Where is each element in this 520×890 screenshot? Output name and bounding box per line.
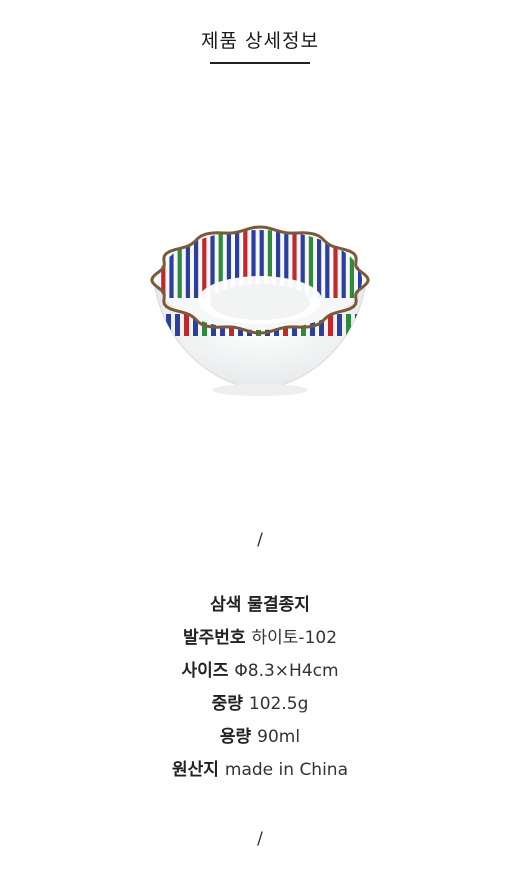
spec-label: 사이즈 [181, 661, 229, 681]
inner-stripe [177, 230, 182, 298]
spec-value: made in China [224, 760, 348, 780]
inner-stripe [185, 230, 190, 298]
section-divider: / [257, 530, 263, 550]
product-name-row: 삼색 물결종지 [0, 592, 520, 625]
outer-stripe [166, 314, 171, 336]
outer-stripe [184, 314, 189, 336]
outer-stripe [346, 314, 351, 336]
product-name: 삼색 물결종지 [210, 595, 310, 615]
outer-stripe [157, 314, 162, 336]
spec-list: 삼색 물결종지 발주번호 하이토-102 사이즈 Φ8.3×H4cm 중량 102.5… [0, 592, 520, 790]
outer-stripe [175, 314, 180, 336]
spec-row-order-number: 발주번호 하이토-102 [0, 625, 520, 658]
spec-row-size: 사이즈 Φ8.3×H4cm [0, 658, 520, 691]
spec-value: 하이토-102 [251, 628, 338, 648]
spec-row-capacity: 용량 90ml [0, 724, 520, 757]
inner-stripe [333, 230, 338, 298]
spec-label: 중량 [211, 694, 243, 714]
inner-stripe [325, 230, 330, 298]
spec-value: 90ml [257, 727, 301, 747]
page-title: 제품 상세정보 [201, 30, 319, 52]
inner-stripe [202, 230, 207, 298]
spec-label: 용량 [219, 727, 252, 747]
spec-label: 발주번호 [182, 628, 246, 648]
spec-value: 102.5g [248, 694, 309, 714]
section-divider: / [257, 829, 263, 849]
title-underline [210, 62, 310, 64]
outer-stripe [355, 314, 360, 336]
bowl-illustration [150, 225, 370, 396]
spec-row-weight: 중량 102.5g [0, 691, 520, 724]
spec-label: 원산지 [171, 760, 219, 780]
inner-stripe [349, 230, 354, 298]
inner-stripe [169, 230, 174, 298]
spec-row-origin: 원산지 made in China [0, 757, 520, 790]
spec-value: Φ8.3×H4cm [234, 661, 339, 681]
product-image [145, 218, 375, 403]
inner-stripe [341, 230, 346, 298]
outer-stripe [337, 314, 342, 336]
outer-stripe [364, 314, 365, 336]
